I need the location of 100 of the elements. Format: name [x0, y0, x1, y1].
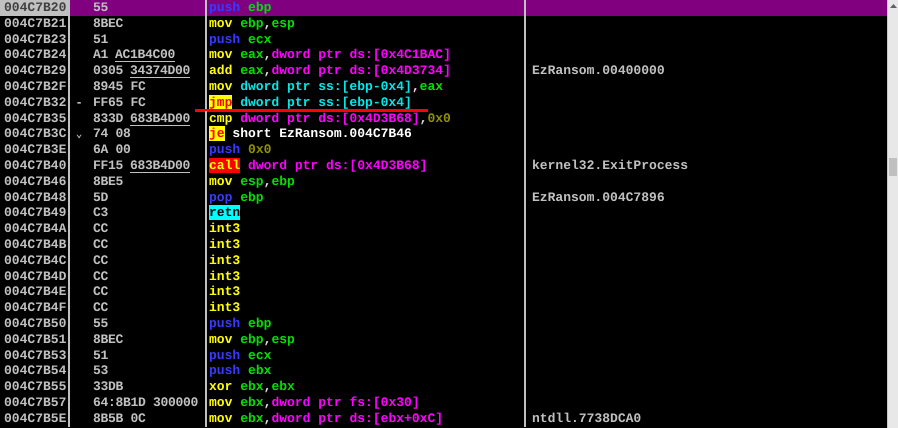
bytes-cell: 53 [93, 363, 108, 378]
comment-cell: ntdll.7738DCA0 [532, 410, 642, 426]
disassembly-row[interactable]: 004C7B53 51 push ecx [0, 348, 887, 364]
comment-cell: EzRansom.00400000 [532, 63, 665, 78]
instruction-text: int3 [209, 236, 240, 252]
bytes-cell: 8945 FC [93, 78, 146, 94]
instruction-text: retn [209, 205, 240, 220]
disassembly-row[interactable]: 004C7B49 C3 retn [0, 205, 887, 222]
bytes-cell: CC [93, 268, 108, 284]
instruction-text: mov eax,dword ptr ds:[0x4C1BAC] [209, 47, 451, 62]
address-cell: 004C7B49 [4, 205, 66, 220]
instruction-text: cmp dword ptr ds:[0x4D3B68],0x0 [209, 110, 451, 126]
address-cell: 004C7B3E [4, 142, 66, 158]
disassembly-row[interactable]: 004C7B3C ⌄ 74 08 je short EzRansom.004C7B46 [0, 126, 887, 142]
bytes-cell: 8BEC [93, 16, 124, 31]
instruction-text: mov ebx,dword ptr fs:[0x30] [209, 394, 420, 410]
instruction-text: push ecx [209, 32, 272, 47]
instruction-text: pop ebp [209, 190, 264, 205]
disassembly-row[interactable]: 004C7B55 33DB xor ebx,ebx [0, 379, 887, 395]
instruction-text: push ebp [209, 316, 272, 331]
address-cell: 004C7B3C [4, 126, 66, 142]
disassembly-row[interactable]: 004C7B54 53 push ebx [0, 363, 887, 380]
address-cell: 004C7B53 [4, 348, 66, 363]
address-cell: 004C7B35 [4, 110, 66, 126]
disassembly-row[interactable]: 004C7B29 0305 34374D00 add eax,dword ptr ds:[0x4D3734] EzRansom.00400000 [0, 63, 887, 79]
address-cell: 004C7B50 [4, 316, 66, 331]
bytes-cell: 51 [93, 32, 108, 47]
disassembly-row[interactable]: 004C7B5E 8B5B 0C mov ebx,dword ptr ds:[ebx+0xC] ntdll.7738DCA0 [0, 410, 887, 427]
instruction-text: push ecx [209, 348, 272, 363]
address-cell: 004C7B32 [4, 94, 66, 110]
bytes-cell: 6A 00 [93, 142, 131, 158]
address-cell: 004C7B4C [4, 252, 66, 268]
disassembly-row[interactable]: 004C7B50 55 push ebp [0, 316, 887, 332]
address-cell: 004C7B20 [4, 0, 66, 15]
bytes-cell: 0305 [93, 63, 124, 78]
vertical-scrollbar[interactable] [887, 0, 898, 428]
bytes-cell: 8BE5 [93, 174, 124, 189]
address-cell: 004C7B23 [4, 32, 66, 47]
comment-cell: EzRansom.004C7896 [532, 190, 665, 205]
disassembly-row[interactable]: 004C7B32 - FF65 FC jmp dword ptr ss:[ebp-0x4] [0, 94, 887, 111]
disassembly-row[interactable]: 004C7B51 8BEC mov ebp,esp [0, 332, 887, 348]
disassembly-row[interactable]: 004C7B4C CC int3 [0, 252, 887, 269]
disassembly-row[interactable]: 004C7B40 FF15 683B4D00 call dword ptr ds:[0x4D3B68] kernel32.ExitProcess [0, 158, 887, 174]
bytes-cell: CC [93, 221, 108, 236]
bytes-cell: 33DB [93, 379, 124, 394]
instruction-text: mov dword ptr ss:[ebp-0x4],eax [209, 78, 444, 94]
address-cell: 004C7B4E [4, 284, 66, 300]
bytes-cell: CC [93, 300, 108, 316]
disassembly-row[interactable]: 004C7B4E CC int3 [0, 284, 887, 300]
bytes-cell: 34374D00 [130, 63, 190, 78]
disassembly-row[interactable]: 004C7B4A CC int3 [0, 221, 887, 237]
bytes-cell: CC [93, 252, 108, 268]
instruction-text: jmp dword ptr ss:[ebp-0x4] [209, 94, 412, 110]
disassembly-row[interactable]: 004C7B24 A1 AC1B4C00 mov eax,dword ptr ds:[0x4C1BAC] [0, 47, 887, 64]
disassembly-row[interactable]: 004C7B57 64:8B1D 300000 mov ebx,dword ptr fs:[0x30] [0, 394, 887, 411]
address-cell: 004C7B21 [4, 16, 66, 31]
scroll-up-icon[interactable] [890, 4, 896, 8]
bytes-cell: A1 [93, 47, 108, 62]
disassembly-row[interactable]: 004C7B4F CC int3 [0, 300, 887, 316]
disassembly-row[interactable]: 004C7B23 51 push ecx [0, 32, 887, 48]
scrollbar-thumb[interactable] [889, 158, 897, 176]
bytes-cell: AC1B4C00 [115, 47, 176, 62]
bytes-cell: 55 [93, 0, 108, 15]
jump-mark: - [74, 94, 84, 111]
address-cell: 004C7B55 [4, 379, 66, 394]
bytes-cell: 64:8B1D 300000 [93, 394, 198, 410]
bytes-cell: 683B4D00 [130, 110, 190, 126]
address-cell: 004C7B29 [4, 63, 66, 78]
instruction-text: int3 [209, 284, 240, 300]
instruction-text: int3 [209, 252, 240, 268]
instruction-text: add eax,dword ptr ds:[0x4D3734] [209, 63, 451, 78]
instruction-text: mov ebp,esp [209, 332, 295, 347]
comment-cell: kernel32.ExitProcess [532, 158, 688, 173]
instruction-text: int3 [209, 268, 240, 284]
bytes-cell: C3 [93, 205, 108, 220]
bytes-cell: FF65 FC [93, 94, 146, 110]
address-cell: 004C7B4D [4, 268, 66, 284]
address-cell: 004C7B51 [4, 332, 66, 347]
instruction-text: mov ebx,dword ptr ds:[ebx+0xC] [209, 410, 444, 426]
instruction-text: xor ebx,ebx [209, 379, 295, 394]
address-cell: 004C7B48 [4, 190, 66, 205]
address-cell: 004C7B5E [4, 410, 66, 426]
address-cell: 004C7B40 [4, 158, 66, 173]
instruction-text: push ebp [209, 0, 272, 15]
disassembly-row[interactable]: 004C7B21 8BEC mov ebp,esp [0, 16, 887, 32]
instruction-text: push ebx [209, 363, 272, 378]
bytes-cell: CC [93, 236, 108, 252]
instruction-text: int3 [209, 221, 240, 236]
bytes-cell: FF15 [93, 158, 124, 173]
disassembly-row[interactable]: 004C7B20 55 push ebp [0, 0, 887, 16]
disassembly-row[interactable]: 004C7B4D CC int3 [0, 268, 887, 284]
instruction-text: je short EzRansom.004C7B46 [209, 126, 412, 142]
instruction-text: mov esp,ebp [209, 174, 295, 189]
bytes-cell: 8B5B 0C [93, 410, 146, 426]
instruction-text: push 0x0 [209, 142, 272, 158]
instruction-text: mov ebp,esp [209, 16, 295, 31]
disassembly-row[interactable]: 004C7B46 8BE5 mov esp,ebp [0, 174, 887, 190]
bytes-cell: 74 08 [93, 126, 131, 142]
address-cell: 004C7B4B [4, 236, 66, 252]
disassembly-row[interactable]: 004C7B4B CC int3 [0, 236, 887, 253]
